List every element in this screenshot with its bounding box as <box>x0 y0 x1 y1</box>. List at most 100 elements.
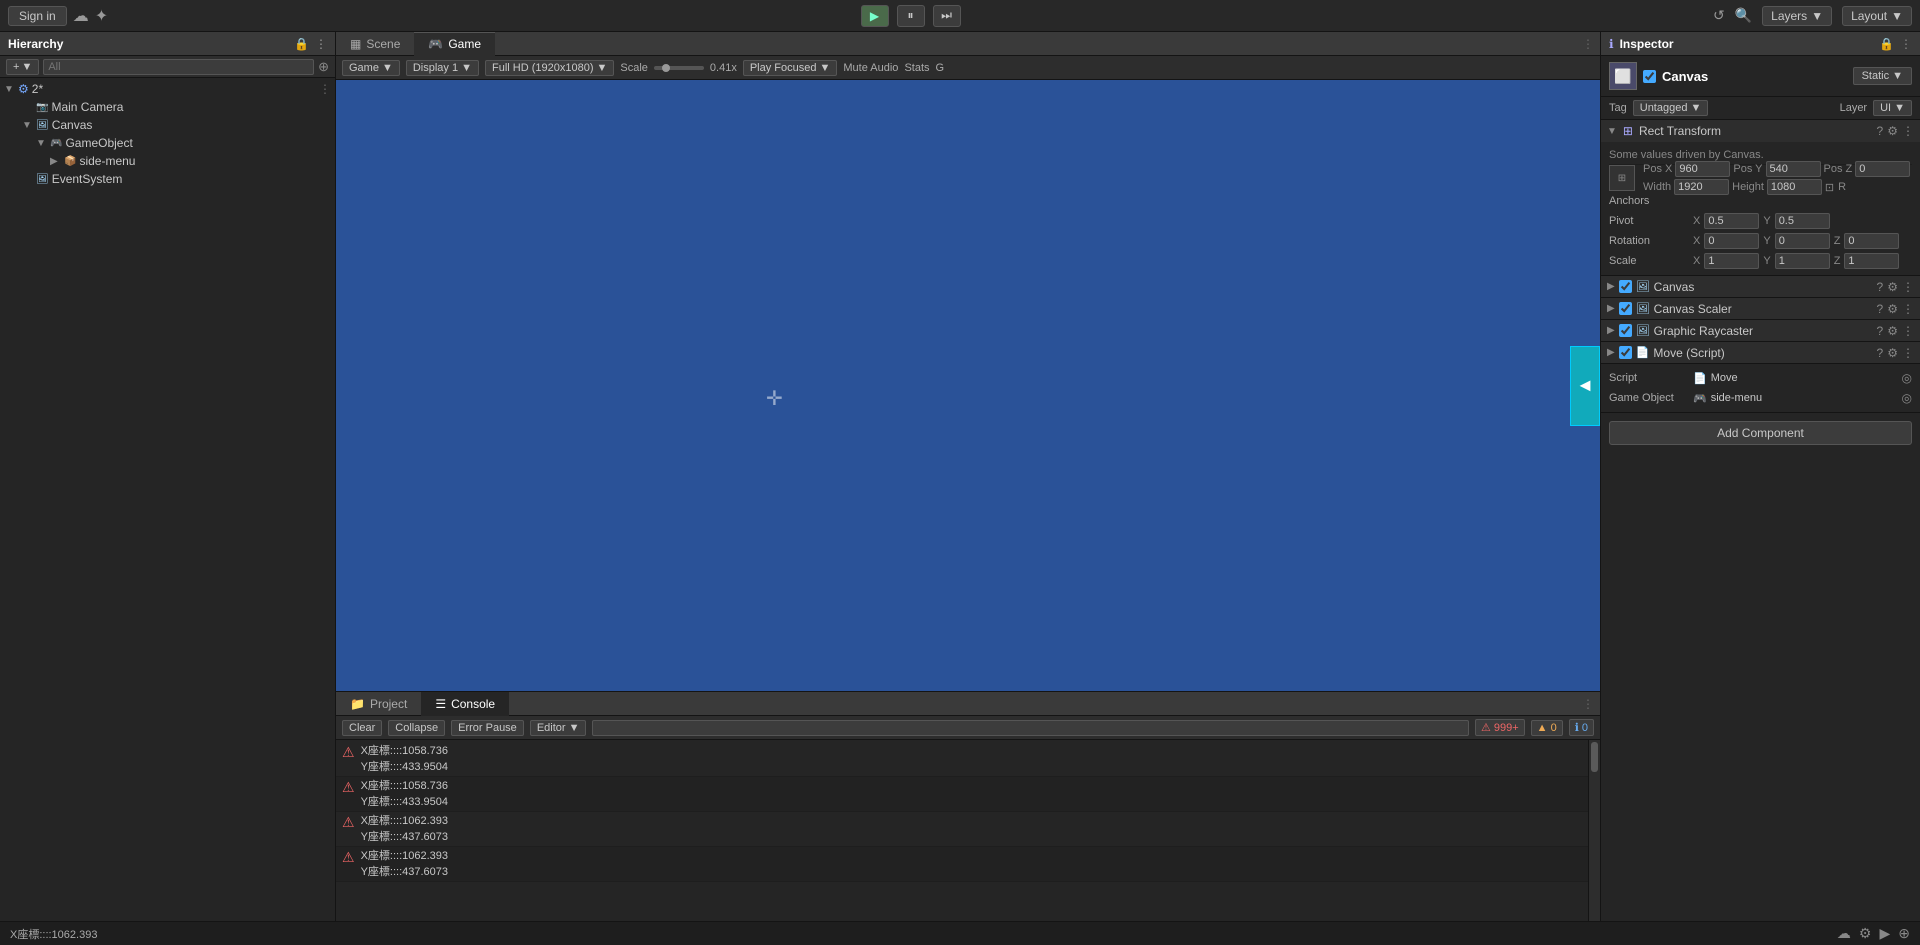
canvas-scaler-component-row[interactable]: ▶ 🖼 Canvas Scaler ? ⚙ ⋮ <box>1601 298 1920 320</box>
posx-input[interactable] <box>1675 161 1730 177</box>
scaler-more-icon[interactable]: ⋮ <box>1902 302 1914 316</box>
tab-more-icon[interactable]: ⋮ <box>1576 37 1600 51</box>
canvas-scaler-checkbox[interactable] <box>1619 302 1632 315</box>
bottom-tab-more-icon[interactable]: ⋮ <box>1576 697 1600 711</box>
console-scrollbar[interactable] <box>1588 740 1600 921</box>
error-pause-button[interactable]: Error Pause <box>451 720 524 736</box>
rot-x-input[interactable] <box>1704 233 1759 249</box>
side-menu-arrow-icon: ◄ <box>1576 375 1594 396</box>
script-file-icon: 📄 <box>1693 372 1707 385</box>
layer-dropdown[interactable]: UI ▼ <box>1873 100 1912 116</box>
tree-item-eventsystem[interactable]: 🖼 EventSystem <box>0 170 335 188</box>
tag-dropdown[interactable]: Untagged ▼ <box>1633 100 1709 116</box>
tab-game[interactable]: 🎮 Game <box>414 32 495 56</box>
raycaster-help-icon[interactable]: ? <box>1877 324 1884 338</box>
anchor-preset-icon[interactable]: ⊞ <box>1609 165 1635 191</box>
move-help-icon[interactable]: ? <box>1877 346 1884 360</box>
game-tab-icon: 🎮 <box>428 37 443 51</box>
pivot-y-input[interactable] <box>1775 213 1830 229</box>
object-active-checkbox[interactable] <box>1643 70 1656 83</box>
tree-dots-root[interactable]: ⋮ <box>319 82 335 96</box>
tree-item-gameobject[interactable]: ▼ 🎮 GameObject <box>0 134 335 152</box>
error-icon-0: ⚠ <box>342 744 355 761</box>
rect-settings-icon[interactable]: ⚙ <box>1887 124 1898 138</box>
tree-label-main-camera: Main Camera <box>51 100 123 114</box>
canvas-comp-checkbox[interactable] <box>1619 280 1632 293</box>
gameobj-target-icon[interactable]: ◎ <box>1902 391 1912 405</box>
hierarchy-search-input[interactable] <box>43 59 314 75</box>
status-icon-1[interactable]: ☁ <box>1837 925 1851 942</box>
canvas-more-icon[interactable]: ⋮ <box>1902 280 1914 294</box>
step-button[interactable]: ⏭ <box>933 5 961 27</box>
tab-project[interactable]: 📁 Project <box>336 692 421 716</box>
layout-dropdown[interactable]: Layout ▼ <box>1842 6 1912 26</box>
scale-x-input[interactable] <box>1704 253 1759 269</box>
width-input[interactable] <box>1674 179 1729 195</box>
lock-icon[interactable]: 🔒 <box>294 37 309 51</box>
pause-button[interactable]: ⏸ <box>897 5 925 27</box>
help-icon[interactable]: ? <box>1877 124 1884 138</box>
rect-icon-1[interactable]: ⊡ <box>1825 181 1834 194</box>
raycaster-checkbox[interactable] <box>1619 324 1632 337</box>
undo-icon[interactable]: ↺ <box>1713 7 1725 24</box>
scale-y-input[interactable] <box>1775 253 1830 269</box>
tree-item-canvas[interactable]: ▼ 🖼 Canvas <box>0 116 335 134</box>
height-input[interactable] <box>1767 179 1822 195</box>
display-dropdown[interactable]: Display 1 ▼ <box>406 60 479 76</box>
status-icon-2[interactable]: ⚙ <box>1859 925 1872 942</box>
hierarchy-add-button[interactable]: + ▼ <box>6 59 39 75</box>
tab-scene[interactable]: ▦ Scene <box>336 32 414 56</box>
tree-item-root[interactable]: ▼ ⚙ 2* ⋮ <box>0 80 335 98</box>
side-menu-ui-element[interactable]: ◄ <box>1570 346 1600 426</box>
tree-item-main-camera[interactable]: 📷 Main Camera <box>0 98 335 116</box>
tab-console[interactable]: ☰ Console <box>421 692 509 716</box>
cogwheel-icon[interactable]: ✦ <box>95 6 108 26</box>
signin-button[interactable]: Sign in <box>8 6 67 26</box>
move-settings-icon[interactable]: ⚙ <box>1887 346 1898 360</box>
move-more-icon[interactable]: ⋮ <box>1902 346 1914 360</box>
status-icon-3[interactable]: ▶ <box>1879 925 1890 942</box>
graphic-raycaster-component-row[interactable]: ▶ 🖼 Graphic Raycaster ? ⚙ ⋮ <box>1601 320 1920 342</box>
hierarchy-filter-icon[interactable]: ⊕ <box>318 59 329 75</box>
rect-more-icon[interactable]: ⋮ <box>1902 124 1914 138</box>
move-script-checkbox[interactable] <box>1619 346 1632 359</box>
scale-z-input[interactable] <box>1844 253 1899 269</box>
inspector-more-icon[interactable]: ⋮ <box>1900 37 1912 51</box>
tree-item-sidemenu[interactable]: ▶ 📦 side-menu <box>0 152 335 170</box>
move-script-component-row[interactable]: ▶ 📄 Move (Script) ? ⚙ ⋮ <box>1601 342 1920 364</box>
layout-arrow-icon: ▼ <box>1891 9 1903 23</box>
canvas-help-icon[interactable]: ? <box>1877 280 1884 294</box>
add-component-button[interactable]: Add Component <box>1609 421 1912 445</box>
scaler-settings-icon[interactable]: ⚙ <box>1887 302 1898 316</box>
rect-transform-header[interactable]: ▼ ⊞ Rect Transform ? ⚙ ⋮ <box>1601 120 1920 142</box>
game-dropdown[interactable]: Game ▼ <box>342 60 400 76</box>
static-button[interactable]: Static ▼ <box>1853 67 1912 85</box>
clear-button[interactable]: Clear <box>342 720 382 736</box>
pivot-x-input[interactable] <box>1704 213 1759 229</box>
editor-dropdown[interactable]: Editor ▼ <box>530 720 587 736</box>
cloud-icon[interactable]: ☁ <box>73 6 89 26</box>
rot-y-input[interactable] <box>1775 233 1830 249</box>
search-icon[interactable]: 🔍 <box>1735 7 1752 24</box>
layers-dropdown[interactable]: Layers ▼ <box>1762 6 1832 26</box>
status-icon-4[interactable]: ⊕ <box>1898 925 1910 942</box>
more-icon[interactable]: ⋮ <box>315 37 327 51</box>
canvas-component-row[interactable]: ▶ 🖼 Canvas ? ⚙ ⋮ <box>1601 276 1920 298</box>
inspector-lock-icon[interactable]: 🔒 <box>1879 37 1894 51</box>
raycaster-more-icon[interactable]: ⋮ <box>1902 324 1914 338</box>
posy-input[interactable] <box>1766 161 1821 177</box>
collapse-button[interactable]: Collapse <box>388 720 445 736</box>
play-focused-dropdown[interactable]: Play Focused ▼ <box>743 60 838 76</box>
posz-input[interactable] <box>1855 161 1910 177</box>
scaler-help-icon[interactable]: ? <box>1877 302 1884 316</box>
rot-z-input[interactable] <box>1844 233 1899 249</box>
script-target-icon[interactable]: ◎ <box>1902 371 1912 385</box>
scale-bar[interactable] <box>654 66 704 70</box>
resolution-dropdown[interactable]: Full HD (1920x1080) ▼ <box>485 60 614 76</box>
scale-handle[interactable] <box>662 64 670 72</box>
play-button[interactable]: ▶ <box>861 5 889 27</box>
canvas-settings-icon[interactable]: ⚙ <box>1887 280 1898 294</box>
error-badge-icon: ⚠ <box>1481 721 1491 734</box>
console-search-input[interactable] <box>592 720 1469 736</box>
raycaster-settings-icon[interactable]: ⚙ <box>1887 324 1898 338</box>
